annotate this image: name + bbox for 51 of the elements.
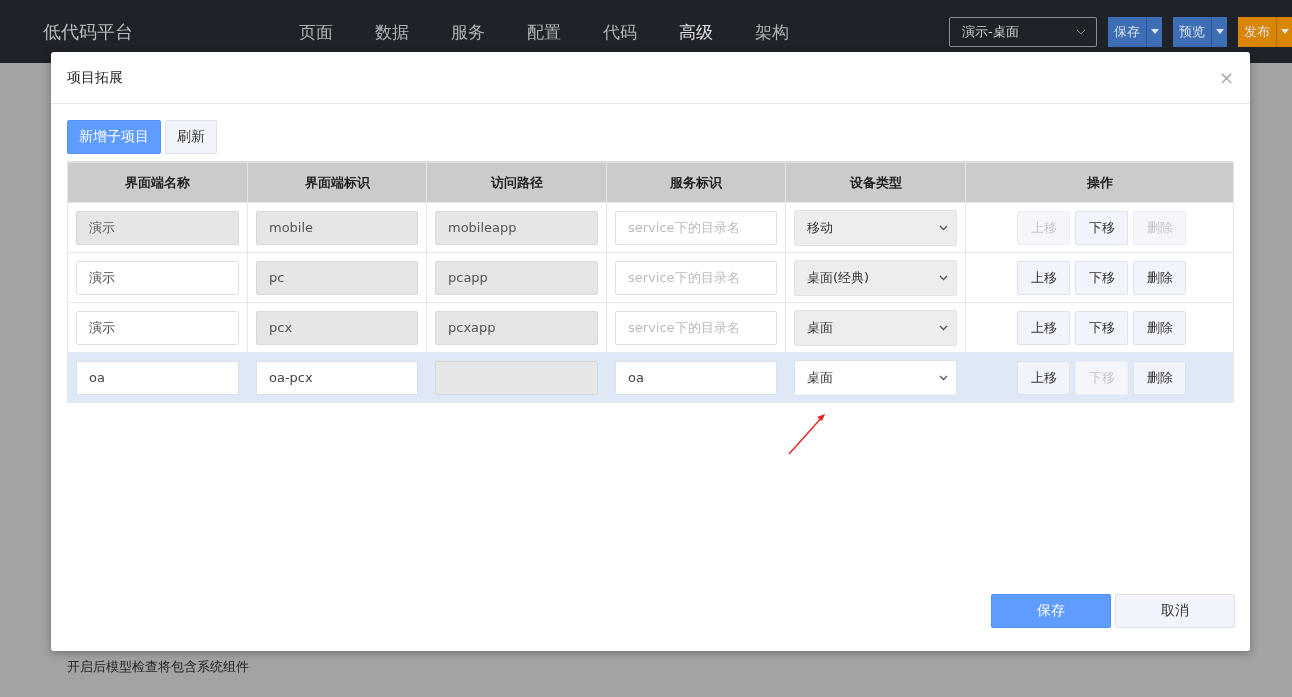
delete-button[interactable]: 删除 [1133,360,1186,395]
move-up-button[interactable]: 上移 [1017,310,1070,345]
name-field[interactable]: 演示 [76,310,239,345]
move-down-button[interactable]: 下移 [1075,210,1128,245]
chevron-down-icon [939,374,948,381]
service-field[interactable]: service下的目录名 [615,310,777,345]
caret-icon [1150,29,1159,34]
chevron-down-icon [1076,28,1086,35]
chevron-down-icon [939,324,948,331]
nav-tab[interactable]: 代码 [603,19,637,44]
column-header: 操作 [965,162,1234,203]
nav-tab[interactable]: 架构 [755,19,789,44]
dropdown-button[interactable] [1276,16,1292,47]
device-select[interactable]: 桌面 [794,359,957,396]
name-field[interactable]: oa [76,360,239,395]
delete-button[interactable]: 删除 [1133,310,1186,345]
annotation-arrow [787,412,827,456]
nav-tab[interactable]: 数据 [375,19,409,44]
split-button[interactable]: 保存 [1108,16,1146,47]
column-header: 界面端标识 [247,162,427,203]
dialog-title: 项目拓展 [67,68,123,87]
caret-icon [1280,29,1289,34]
nav-tab[interactable]: 配置 [527,19,561,44]
service-field[interactable]: oa [615,360,777,395]
app-logo: 低代码平台 [43,19,134,44]
nav-tab[interactable]: 服务 [451,19,485,44]
move-up-button[interactable]: 上移 [1017,260,1070,295]
dropdown-button[interactable] [1211,16,1227,47]
chevron-down-icon [939,224,948,231]
delete-button[interactable]: 删除 [1133,260,1186,295]
service-field[interactable]: service下的目录名 [615,210,777,245]
move-up-button[interactable]: 上移 [1017,360,1070,395]
move-down-button[interactable]: 下移 [1075,310,1128,345]
chevron-down-icon [939,274,948,281]
nav-tab[interactable]: 页面 [299,19,333,44]
cancel-button[interactable]: 取消 [1115,594,1235,628]
caret-icon [1215,29,1224,34]
column-header: 设备类型 [785,162,966,203]
split-button[interactable]: 预览 [1173,16,1211,47]
dropdown-button[interactable] [1146,16,1162,47]
service-field[interactable]: service下的目录名 [615,260,777,295]
move-down-button[interactable]: 下移 [1075,260,1128,295]
column-header: 界面端名称 [67,162,248,203]
column-header: 服务标识 [606,162,786,203]
background-text: 开启后模型检查将包含系统组件 [67,658,249,676]
env-select[interactable]: 演示-桌面 [949,16,1097,47]
id-field[interactable]: oa-pcx [256,360,418,395]
nav-tab[interactable]: 高级 [679,19,713,44]
name-field[interactable]: 演示 [76,260,239,295]
column-header: 访问路径 [426,162,607,203]
refresh-button[interactable]: 刷新 [165,120,217,154]
